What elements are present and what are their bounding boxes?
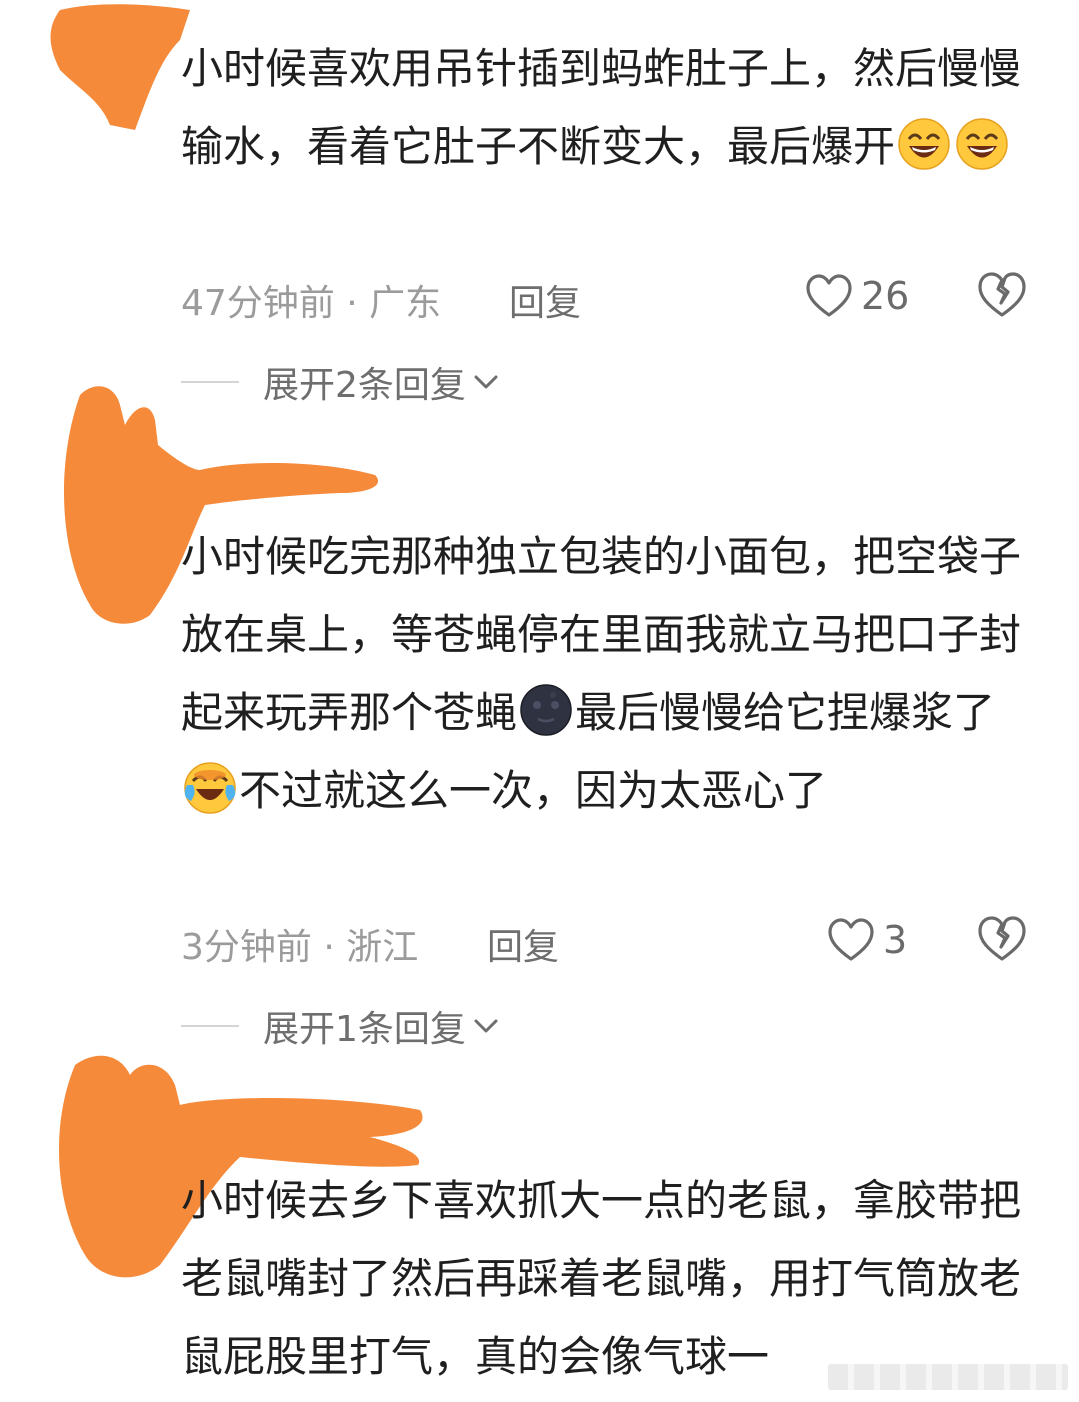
divider-line [181, 381, 239, 383]
comment-1-expand-replies[interactable]: 展开2条回复 [181, 357, 500, 407]
comment-1-like-button[interactable]: 26 [805, 270, 909, 322]
comment-1-expand-label: 展开2条回复 [263, 365, 466, 406]
comment-2-text: 小时候吃完那种独立包装的小面包，把空袋子放在桌上，等苍蝇停在里面我就立马把口子封… [181, 518, 1021, 830]
comment-2-meta: 3分钟前 · 浙江 回复 3 [181, 910, 1041, 970]
comment-2-reply-button[interactable]: 回复 [487, 918, 559, 970]
comment-2-time-location: 3分钟前 · 浙江 [181, 927, 419, 968]
grinning-face-icon [956, 118, 1008, 170]
comment-2-like-button[interactable]: 3 [827, 914, 907, 966]
comment-3-text-part-1: 小时候去乡下喜欢抓大一点的老鼠，拿胶带把老鼠嘴封了然后再踩着老鼠嘴，用打气筒放老… [181, 1176, 1022, 1381]
divider-line [181, 1025, 239, 1027]
chevron-down-icon [474, 1019, 498, 1033]
heart-outline-icon [806, 274, 852, 317]
comment-1-like-count: 26 [861, 274, 910, 318]
comment-2-expand-replies[interactable]: 展开1条回复 [181, 1001, 500, 1051]
new-moon-face-icon [520, 684, 572, 736]
broken-heart-icon[interactable] [977, 270, 1027, 320]
watermark [828, 1364, 1068, 1390]
comment-1-meta: 47分钟前 · 广东 回复 26 [181, 266, 1041, 326]
heart-outline-icon [828, 918, 874, 961]
comment-1-text-part-1: 小时候喜欢用吊针插到蚂蚱肚子上，然后慢慢输水，看着它肚子不断变大，最后爆开 [181, 44, 1022, 171]
redaction-scribble-1 [50, 4, 190, 130]
comment-2-like-count: 3 [883, 918, 908, 962]
chevron-down-icon [474, 375, 498, 389]
crying-laughing-face-icon [184, 762, 236, 814]
broken-heart-icon[interactable] [977, 914, 1027, 964]
comment-1-reply-button[interactable]: 回复 [509, 274, 581, 326]
comment-3-text: 小时候去乡下喜欢抓大一点的老鼠，拿胶带把老鼠嘴封了然后再踩着老鼠嘴，用打气筒放老… [181, 1162, 1021, 1396]
comment-1-time-location: 47分钟前 · 广东 [181, 283, 442, 324]
comment-2-expand-label: 展开1条回复 [263, 1009, 466, 1050]
comment-2-text-part-2: 最后慢慢给它捏爆浆了 [575, 688, 996, 737]
grinning-face-icon [898, 118, 950, 170]
comment-2-text-part-3: 不过就这么一次，因为太恶心了 [239, 766, 828, 815]
comment-1-text: 小时候喜欢用吊针插到蚂蚱肚子上，然后慢慢输水，看着它肚子不断变大，最后爆开 [181, 30, 1021, 186]
